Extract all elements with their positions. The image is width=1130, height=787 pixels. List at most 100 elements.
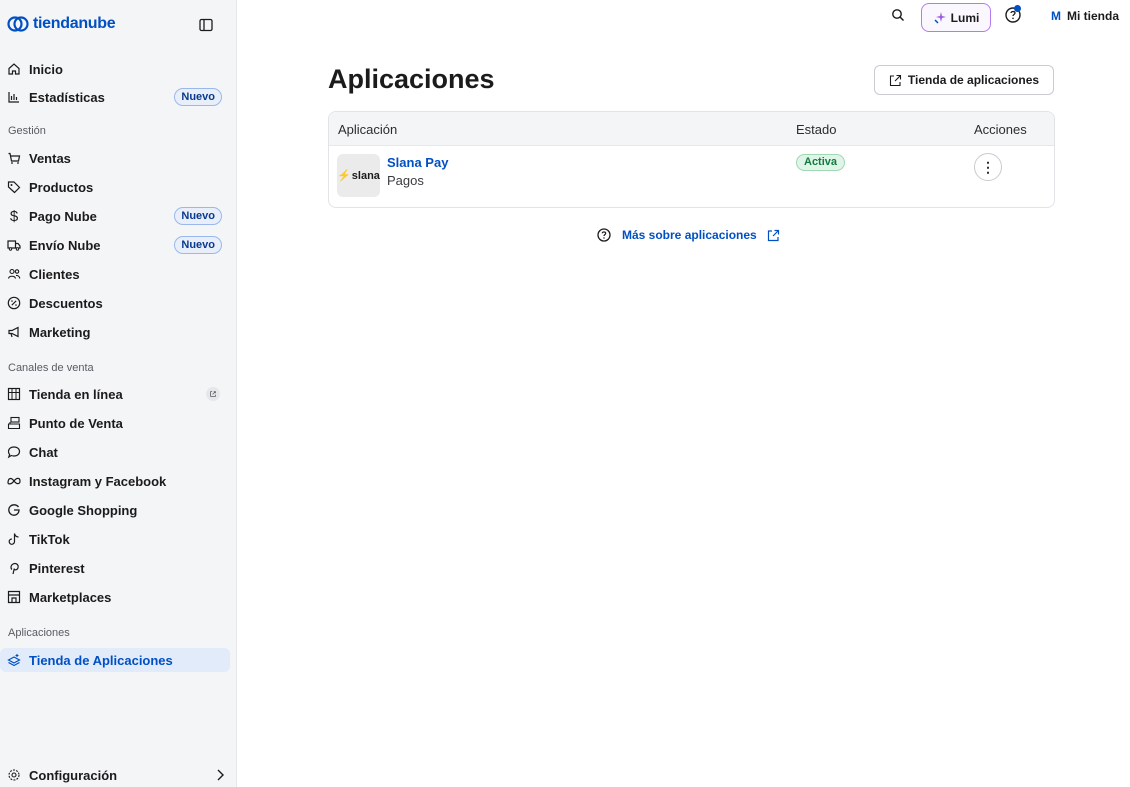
sidebar-item-label: Tienda de Aplicaciones xyxy=(29,652,173,668)
apps-table: Aplicación Estado Acciones ⚡ slana Slana… xyxy=(328,111,1055,208)
more-about-apps-link[interactable]: Más sobre aplicaciones xyxy=(596,227,780,243)
sidebar-item-tienda-en-linea[interactable]: Tienda en línea xyxy=(0,381,237,407)
sidebar-item-envio-nube[interactable]: Envío Nube Nuevo xyxy=(0,232,237,258)
sidebar-item-marketplaces[interactable]: Marketplaces xyxy=(0,584,237,610)
bolt-icon: ⚡ xyxy=(337,170,351,182)
new-badge: Nuevo xyxy=(174,88,222,106)
sidebar-item-label: Instagram y Facebook xyxy=(29,473,167,489)
sidebar-item-label: Chat xyxy=(29,444,58,460)
notification-dot xyxy=(1014,5,1021,12)
sidebar-item-label: Punto de Venta xyxy=(29,415,123,431)
sidebar-item-label: Pago Nube xyxy=(29,208,97,224)
lumi-button[interactable]: Lumi xyxy=(921,3,991,32)
column-header-aplicacion: Aplicación xyxy=(338,122,398,137)
sidebar-item-label: Tienda en línea xyxy=(29,386,123,402)
sidebar-item-pago-nube[interactable]: $ Pago Nube Nuevo xyxy=(0,203,237,229)
users-icon xyxy=(7,267,21,281)
external-link-icon[interactable] xyxy=(206,387,220,401)
section-title-aplicaciones: Aplicaciones xyxy=(8,627,70,639)
more-vertical-icon: ⋮ xyxy=(981,158,995,175)
pos-icon xyxy=(7,416,21,430)
brand-logo[interactable]: tiendanube xyxy=(7,14,116,34)
cart-icon xyxy=(7,151,21,165)
sidebar-item-label: Envío Nube xyxy=(29,237,101,253)
sidebar-item-instagram-facebook[interactable]: Instagram y Facebook xyxy=(0,468,237,494)
sidebar-item-google-shopping[interactable]: Google Shopping xyxy=(0,497,237,523)
app-name-link[interactable]: Slana Pay xyxy=(387,155,448,170)
sidebar-item-label: Marketplaces xyxy=(29,589,112,605)
app-store-button[interactable]: Tienda de aplicaciones xyxy=(874,65,1054,95)
sidebar-item-inicio[interactable]: Inicio xyxy=(0,56,237,82)
chevron-right-icon xyxy=(217,769,224,781)
sidebar-item-label: Ventas xyxy=(29,150,71,166)
megaphone-icon xyxy=(7,325,21,339)
apps-icon xyxy=(7,653,21,667)
external-link-icon xyxy=(889,74,901,86)
lumi-label: Lumi xyxy=(950,10,980,25)
external-link-icon xyxy=(767,229,779,241)
section-title-canales: Canales de venta xyxy=(8,362,94,374)
sidebar-toggle-icon[interactable] xyxy=(199,18,213,32)
store-icon xyxy=(7,387,21,401)
help-icon xyxy=(597,228,611,242)
sidebar-item-label: Configuración xyxy=(29,767,118,783)
sidebar-item-punto-de-venta[interactable]: Punto de Venta xyxy=(0,410,237,436)
app-logo-text: slana xyxy=(351,169,380,182)
truck-icon xyxy=(7,238,21,252)
tiktok-icon xyxy=(7,532,21,546)
sidebar-item-label: Pinterest xyxy=(29,560,85,576)
meta-icon xyxy=(7,474,21,488)
pinterest-icon xyxy=(7,561,21,575)
home-icon xyxy=(7,62,21,76)
row-actions-button[interactable]: ⋮ xyxy=(974,153,1002,181)
sidebar-item-label: TikTok xyxy=(29,531,70,547)
sidebar-item-tiktok[interactable]: TikTok xyxy=(0,526,237,552)
table-header: Aplicación Estado Acciones xyxy=(329,112,1054,146)
app-store-button-label: Tienda de aplicaciones xyxy=(907,73,1040,87)
gear-icon xyxy=(7,768,21,782)
store-name: Mi tienda xyxy=(1067,9,1120,23)
sidebar-item-label: Productos xyxy=(29,179,94,195)
column-header-acciones: Acciones xyxy=(974,122,1027,137)
new-badge: Nuevo xyxy=(174,236,222,254)
sidebar-item-marketing[interactable]: Marketing xyxy=(0,319,237,345)
sidebar-item-label: Clientes xyxy=(29,266,80,282)
status-badge: Activa xyxy=(796,154,846,171)
sidebar-item-productos[interactable]: Productos xyxy=(0,174,237,200)
sidebar-item-label: Google Shopping xyxy=(29,502,138,518)
sparkle-icon xyxy=(934,11,946,24)
cloud-logo-icon xyxy=(7,16,29,32)
new-badge: Nuevo xyxy=(174,207,222,225)
table-row: ⚡ slana Slana Pay Pagos Activa ⋮ xyxy=(329,146,1054,207)
app-logo: ⚡ slana xyxy=(337,154,380,197)
sidebar-item-configuracion[interactable]: Configuración xyxy=(0,762,237,787)
store-initial: M xyxy=(1051,9,1061,23)
page-title: Aplicaciones xyxy=(328,64,495,94)
chat-icon xyxy=(7,445,21,459)
section-title-gestion: Gestión xyxy=(8,125,46,137)
sidebar: tiendanube Inicio Estadísticas Nuevo Ges… xyxy=(0,0,237,787)
sidebar-item-label: Inicio xyxy=(29,61,63,77)
sidebar-item-tienda-de-aplicaciones[interactable]: Tienda de Aplicaciones xyxy=(0,648,230,672)
sidebar-item-label: Estadísticas xyxy=(29,89,105,105)
column-header-estado: Estado xyxy=(796,122,837,137)
sidebar-item-pinterest[interactable]: Pinterest xyxy=(0,555,237,581)
search-icon[interactable] xyxy=(891,8,905,22)
chart-icon xyxy=(7,90,21,104)
discount-icon xyxy=(7,296,21,310)
sidebar-item-estadisticas[interactable]: Estadísticas Nuevo xyxy=(0,84,237,110)
sidebar-item-ventas[interactable]: Ventas xyxy=(0,145,237,171)
google-icon xyxy=(7,503,21,517)
sidebar-item-chat[interactable]: Chat xyxy=(0,439,237,465)
marketplace-icon xyxy=(7,590,21,604)
sidebar-item-clientes[interactable]: Clientes xyxy=(0,261,237,287)
more-about-apps-label: Más sobre aplicaciones xyxy=(622,228,757,242)
brand-name: tiendanube xyxy=(33,15,116,32)
dollar-icon: $ xyxy=(9,207,19,225)
store-menu[interactable]: M Mi tienda xyxy=(1051,9,1119,23)
sidebar-item-label: Descuentos xyxy=(29,295,103,311)
sidebar-item-label: Marketing xyxy=(29,324,91,340)
app-category: Pagos xyxy=(387,173,424,188)
tag-icon xyxy=(7,180,21,194)
sidebar-item-descuentos[interactable]: Descuentos xyxy=(0,290,237,316)
